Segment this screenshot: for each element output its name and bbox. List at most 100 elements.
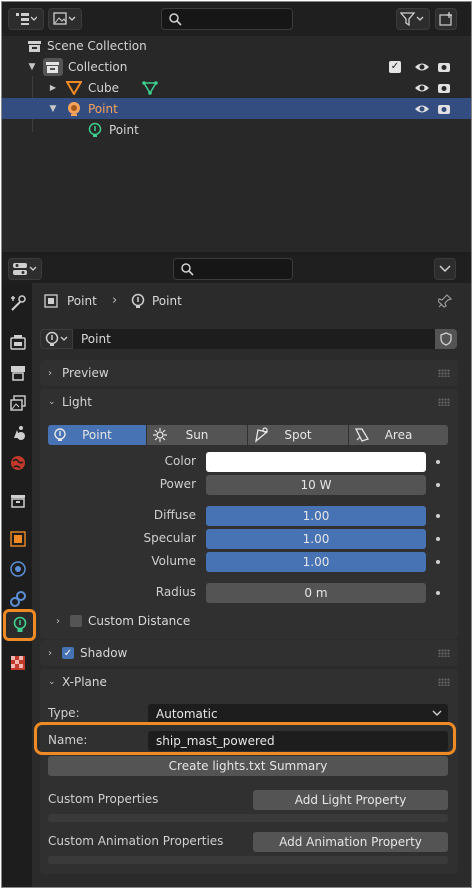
outliner-row-point-object[interactable]: ▼ Point bbox=[2, 98, 471, 119]
panel-light-header[interactable]: ⌄ Light bbox=[40, 389, 458, 415]
add-animation-property-button[interactable]: Add Animation Property bbox=[253, 832, 448, 852]
fake-user-button[interactable] bbox=[435, 329, 457, 349]
color-swatch[interactable] bbox=[206, 452, 426, 472]
add-light-property-button[interactable]: Add Light Property bbox=[253, 790, 448, 810]
custom-animation-properties-label: Custom Animation Properties bbox=[48, 834, 224, 848]
blender-window: Scene Collection ▼ Collection ✓ ▶ Cube ▼… bbox=[1, 1, 472, 888]
expand-arrow-icon[interactable]: ▼ bbox=[47, 104, 59, 114]
editor-type-button[interactable] bbox=[8, 258, 42, 280]
drag-handle-icon[interactable] bbox=[438, 398, 450, 406]
outliner-search-input[interactable] bbox=[161, 8, 293, 30]
outliner-row-scene-collection[interactable]: Scene Collection bbox=[2, 35, 471, 56]
eye-icon[interactable] bbox=[414, 61, 430, 73]
light-type-spot[interactable]: Spot bbox=[248, 425, 348, 445]
tab-tool[interactable] bbox=[6, 291, 30, 315]
chevron-right-icon: › bbox=[112, 293, 118, 308]
camera-icon[interactable] bbox=[437, 82, 451, 94]
tab-physics[interactable] bbox=[6, 557, 30, 581]
tab-output[interactable] bbox=[6, 361, 30, 385]
keyframe-dot[interactable] bbox=[436, 514, 440, 518]
specular-slider[interactable]: 1.00 bbox=[206, 529, 426, 549]
pin-icon[interactable] bbox=[438, 294, 452, 308]
chevron-right-icon: › bbox=[48, 367, 52, 379]
light-type-area[interactable]: Area bbox=[349, 425, 448, 445]
keyframe-dot[interactable] bbox=[436, 460, 440, 464]
type-dropdown[interactable]: Automatic bbox=[148, 704, 448, 724]
panel-title: X-Plane bbox=[62, 675, 107, 689]
constraints-icon bbox=[10, 591, 26, 607]
world-icon bbox=[11, 456, 25, 470]
exclude-checkbox[interactable]: ✓ bbox=[389, 60, 401, 73]
diffuse-label: Diffuse bbox=[153, 508, 196, 522]
outliner-row-point-data[interactable]: Point bbox=[2, 119, 471, 140]
create-lights-summary-button[interactable]: Create lights.txt Summary bbox=[48, 756, 448, 776]
keyframe-dot[interactable] bbox=[436, 483, 440, 487]
light-bulb-icon bbox=[13, 616, 26, 632]
mesh-data-icon[interactable] bbox=[142, 80, 158, 95]
outliner-row-label: Collection bbox=[68, 59, 128, 74]
breadcrumb: Point › Point bbox=[32, 283, 471, 319]
point-light-icon bbox=[54, 428, 66, 441]
camera-icon[interactable] bbox=[437, 103, 451, 115]
mesh-object-icon bbox=[66, 80, 82, 95]
tab-texture[interactable] bbox=[6, 651, 30, 675]
expand-arrow-icon[interactable]: ▶ bbox=[47, 83, 59, 92]
tab-world[interactable] bbox=[6, 451, 30, 475]
tab-render[interactable] bbox=[6, 331, 30, 355]
shadow-checkbox[interactable]: ✓ bbox=[62, 647, 74, 659]
datablock-browse-button[interactable] bbox=[40, 329, 73, 349]
properties-content: Point › Point Point › Preview ⌄ Light Po… bbox=[32, 283, 471, 887]
panel-shadow-header[interactable]: › ✓ Shadow bbox=[40, 640, 458, 666]
drag-handle-icon[interactable] bbox=[438, 678, 450, 686]
tab-scene[interactable] bbox=[6, 421, 30, 445]
custom-distance-checkbox[interactable] bbox=[70, 615, 82, 627]
expand-arrow-icon[interactable]: ▼ bbox=[26, 62, 38, 72]
outliner-row-cube[interactable]: ▶ Cube bbox=[2, 77, 471, 98]
light-type-point[interactable]: Point bbox=[48, 425, 146, 445]
light-data-icon bbox=[45, 331, 67, 346]
outliner-row-collection[interactable]: ▼ Collection ✓ bbox=[2, 56, 471, 77]
panel-title: Preview bbox=[62, 366, 109, 380]
panel-title: Light bbox=[62, 395, 92, 409]
tab-object[interactable] bbox=[6, 527, 30, 551]
sun-light-icon bbox=[153, 428, 167, 442]
keyframe-dot[interactable] bbox=[436, 560, 440, 564]
chevron-down-icon: ⌄ bbox=[48, 397, 56, 407]
outliner-row-label: Point bbox=[88, 101, 118, 116]
search-icon bbox=[181, 263, 194, 276]
physics-icon bbox=[10, 561, 26, 577]
view-layer-icon bbox=[10, 395, 26, 411]
outliner-editor-icon bbox=[16, 13, 37, 25]
volume-slider[interactable]: 1.00 bbox=[206, 552, 426, 572]
options-dropdown-button[interactable] bbox=[434, 258, 456, 280]
radius-field[interactable]: 0 m bbox=[206, 583, 426, 603]
power-field[interactable]: 10 W bbox=[206, 475, 426, 495]
tab-collection[interactable] bbox=[6, 489, 30, 513]
drag-handle-icon[interactable] bbox=[438, 369, 450, 377]
panel-preview-header[interactable]: › Preview bbox=[40, 360, 458, 386]
subpanel-custom-distance[interactable]: › Custom Distance bbox=[48, 609, 450, 633]
keyframe-dot[interactable] bbox=[436, 537, 440, 541]
eye-icon[interactable] bbox=[414, 82, 430, 94]
search-icon bbox=[169, 13, 182, 26]
row-toggles: ✓ bbox=[389, 60, 451, 73]
light-type-sun[interactable]: Sun bbox=[147, 425, 247, 445]
camera-icon[interactable] bbox=[437, 61, 451, 73]
keyframe-dot[interactable] bbox=[436, 591, 440, 595]
tab-view-layer[interactable] bbox=[6, 391, 30, 415]
panel-title: Shadow bbox=[80, 646, 128, 660]
eye-icon[interactable] bbox=[414, 103, 430, 115]
tab-constraints[interactable] bbox=[6, 587, 30, 611]
datablock-name-field[interactable]: Point bbox=[73, 329, 435, 349]
diffuse-slider[interactable]: 1.00 bbox=[206, 506, 426, 526]
output-icon bbox=[11, 366, 25, 381]
panel-xplane-header[interactable]: ⌄ X-Plane bbox=[40, 669, 458, 695]
editor-type-button[interactable] bbox=[8, 8, 44, 30]
chevron-down-icon bbox=[432, 710, 442, 716]
properties-search-input[interactable] bbox=[173, 258, 293, 280]
filter-button[interactable] bbox=[396, 8, 430, 30]
display-mode-button[interactable] bbox=[48, 8, 82, 30]
drag-handle-icon[interactable] bbox=[438, 649, 450, 657]
properties-editor-icon bbox=[13, 263, 37, 275]
new-collection-button[interactable] bbox=[435, 8, 457, 30]
